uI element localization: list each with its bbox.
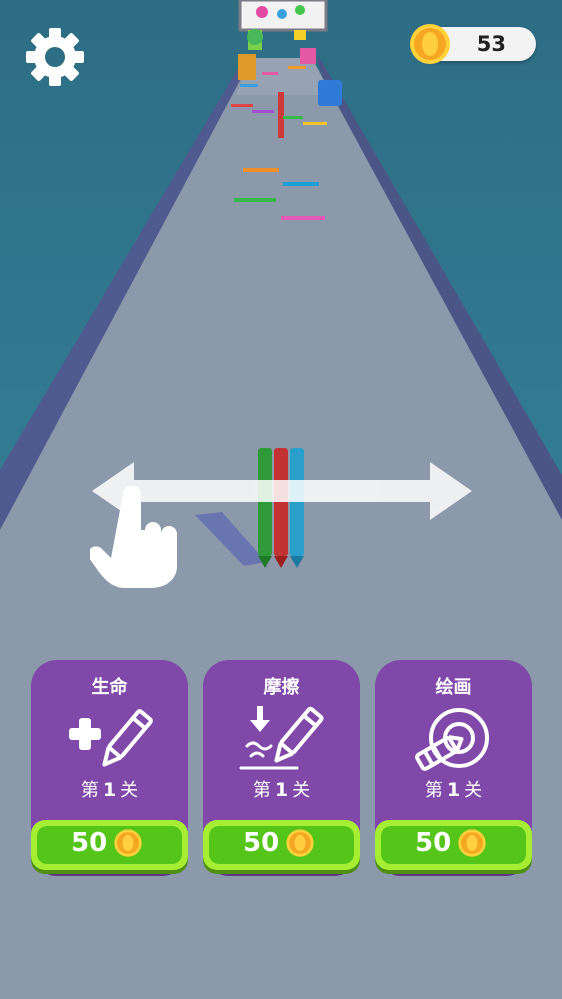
pointing-hand-icon — [90, 486, 177, 588]
coin-counter: 53 — [410, 24, 536, 64]
upgrade-title: 生命 — [91, 677, 128, 698]
friction-pencil-icon — [239, 706, 324, 770]
upgrade-card-life: 生命 第1关 50 — [31, 660, 188, 872]
upgrade-card-draw: 绘画 第1关 50 — [375, 660, 532, 872]
upgrade-title: 摩擦 — [263, 677, 300, 698]
coin-icon — [286, 829, 314, 857]
price-label: 50 — [243, 828, 280, 858]
coin-icon — [458, 829, 486, 857]
price-label: 50 — [71, 828, 108, 858]
settings-button[interactable] — [22, 24, 88, 90]
upgrade-level: 第1关 — [80, 779, 139, 801]
coin-icon — [410, 24, 450, 64]
price-label: 50 — [415, 828, 452, 858]
upgrade-card-friction: 摩擦 第1关 50 — [203, 660, 360, 872]
buy-friction-button[interactable]: 50 — [203, 820, 360, 870]
crayon-target-icon — [415, 708, 489, 771]
buy-draw-button[interactable]: 50 — [375, 820, 532, 870]
upgrade-level: 第1关 — [252, 779, 311, 801]
coin-count: 53 — [476, 32, 506, 56]
upgrade-level: 第1关 — [424, 779, 483, 801]
mug — [318, 80, 342, 106]
plus-pencil-icon — [69, 709, 153, 767]
pencil-holder — [238, 54, 256, 80]
gear-icon — [26, 28, 84, 86]
coin-icon — [114, 829, 142, 857]
upgrade-title: 绘画 — [435, 677, 472, 698]
buy-life-button[interactable]: 50 — [31, 820, 188, 870]
